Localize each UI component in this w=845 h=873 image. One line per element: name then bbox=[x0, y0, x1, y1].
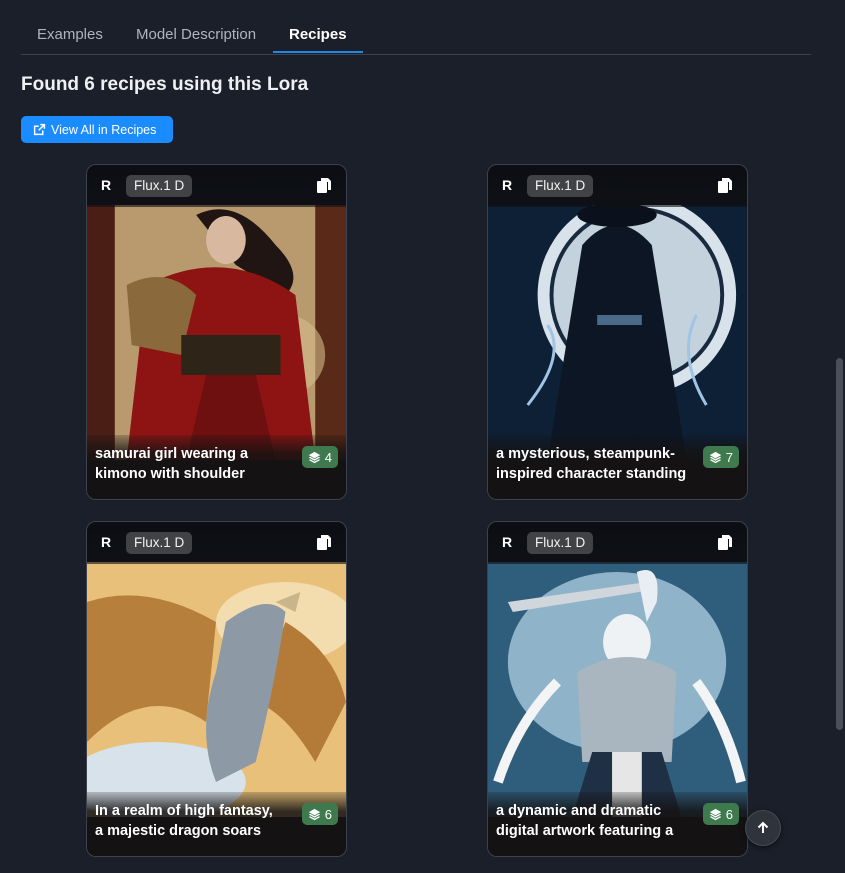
lora-count-badge: 4 bbox=[301, 446, 338, 468]
recipes-count-title: Found 6 recipes using this Lora bbox=[21, 74, 309, 95]
caption-line: In a realm of high fantasy, bbox=[95, 803, 273, 819]
recipe-caption: In a realm of high fantasy, a majestic d… bbox=[95, 801, 295, 841]
caption-line: digital artwork featuring a bbox=[496, 823, 674, 839]
caption-line: samurai girl wearing a bbox=[95, 446, 249, 462]
layers-icon bbox=[308, 808, 320, 820]
arrow-up-icon bbox=[757, 821, 769, 833]
back-to-top-button[interactable] bbox=[745, 810, 781, 846]
recipe-caption: a dynamic and dramatic digital artwork f… bbox=[496, 801, 696, 841]
model-tag: Flux.1 D bbox=[527, 532, 594, 554]
layers-icon bbox=[308, 451, 320, 463]
view-all-recipes-button[interactable]: View All in Recipes bbox=[21, 116, 173, 143]
recipe-image-dragon bbox=[87, 562, 346, 817]
caption-line: kimono with shoulder bbox=[95, 466, 245, 482]
recipe-image-samurai bbox=[87, 205, 346, 460]
model-tag: Flux.1 D bbox=[126, 532, 193, 554]
copy-icon[interactable] bbox=[316, 534, 332, 551]
lora-count: 6 bbox=[324, 806, 332, 822]
lora-count: 4 bbox=[324, 449, 332, 465]
tab-bar: Examples Model Description Recipes bbox=[21, 18, 811, 55]
lora-count-badge: 7 bbox=[702, 446, 739, 468]
view-all-label: View All in Recipes bbox=[51, 122, 157, 137]
tab-recipes[interactable]: Recipes bbox=[273, 18, 363, 53]
copy-icon[interactable] bbox=[717, 177, 733, 194]
lora-count-badge: 6 bbox=[702, 803, 739, 825]
lora-count: 7 bbox=[725, 449, 733, 465]
layers-icon bbox=[709, 808, 721, 820]
recipe-badge: R bbox=[101, 177, 112, 193]
tab-model-description[interactable]: Model Description bbox=[120, 18, 273, 53]
caption-line: a majestic dragon soars bbox=[95, 823, 262, 839]
recipe-badge: R bbox=[101, 534, 112, 550]
external-link-icon bbox=[33, 123, 46, 136]
layers-icon bbox=[709, 451, 721, 463]
recipe-badge: R bbox=[502, 534, 513, 550]
recipe-caption: samurai girl wearing a kimono with shoul… bbox=[95, 444, 295, 484]
lora-count: 6 bbox=[725, 806, 733, 822]
recipe-image-steampunk bbox=[488, 205, 747, 460]
recipe-card[interactable]: R Flux.1 D a mysterious, steampunk- insp… bbox=[487, 164, 748, 500]
caption-line: inspired character standing bbox=[496, 466, 687, 482]
recipe-image-tiger-warrior bbox=[488, 562, 747, 817]
lora-count-badge: 6 bbox=[301, 803, 338, 825]
copy-icon[interactable] bbox=[316, 177, 332, 194]
tab-examples[interactable]: Examples bbox=[21, 18, 119, 53]
model-tag: Flux.1 D bbox=[126, 175, 193, 197]
recipe-card[interactable]: R Flux.1 D samurai girl wearing a kimono… bbox=[86, 164, 347, 500]
model-tag: Flux.1 D bbox=[527, 175, 594, 197]
recipe-card[interactable]: R Flux.1 D a dynamic and dramatic digita… bbox=[487, 521, 748, 857]
recipe-card[interactable]: R Flux.1 D In a realm of high fantasy, a… bbox=[86, 521, 347, 857]
scrollbar-thumb[interactable] bbox=[836, 358, 843, 730]
recipe-badge: R bbox=[502, 177, 513, 193]
copy-icon[interactable] bbox=[717, 534, 733, 551]
caption-line: a mysterious, steampunk- bbox=[496, 446, 675, 462]
recipe-caption: a mysterious, steampunk- inspired charac… bbox=[496, 444, 696, 484]
caption-line: a dynamic and dramatic bbox=[496, 803, 662, 819]
